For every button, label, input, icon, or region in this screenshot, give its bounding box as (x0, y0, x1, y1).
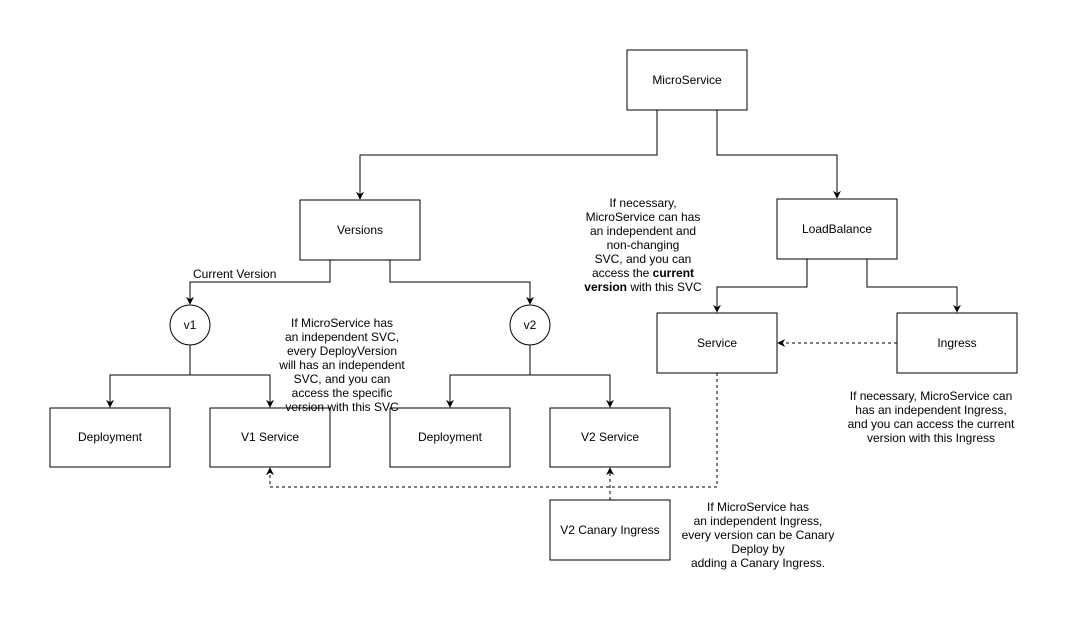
node-deployment-v2[interactable]: Deployment (389, 407, 511, 468)
note-line: an independent SVC, (285, 330, 399, 344)
note-ingress: If necessary, MicroService can has an in… (848, 389, 1015, 445)
node-label: MicroService (652, 73, 722, 87)
note-line: SVC, and you can (595, 252, 692, 266)
edge-loadbalance-ingress (866, 259, 961, 313)
node-label: Deployment (418, 430, 483, 444)
note-line: and you can access the current (848, 417, 1015, 431)
node-v2-canary-ingress[interactable]: V2 Canary Ingress (549, 499, 671, 561)
architecture-diagram: Current Version MicroService Versions Lo… (49, 49, 1018, 570)
note-line: every version can be Canary (682, 528, 835, 542)
note-line: an independent Ingress, (694, 514, 823, 528)
note-line: If MicroService has (291, 316, 393, 330)
edge-v1-service (190, 374, 274, 408)
node-v2-service[interactable]: V2 Service (549, 407, 671, 468)
node-label: v2 (524, 318, 537, 332)
note-line: SVC, and you can (294, 372, 391, 386)
node-label: LoadBalance (802, 222, 872, 236)
note-line: MicroService can has (586, 210, 701, 224)
note-loadbalance-svc: If necessary, MicroService can has an in… (584, 196, 702, 294)
note-line: will has an independent (278, 358, 405, 372)
node-ingress[interactable]: Ingress (896, 312, 1018, 374)
node-v1-service[interactable]: V1 Service (209, 407, 331, 468)
note-bold-text: version (584, 280, 627, 294)
note-line: version with this Ingress (867, 431, 995, 445)
note-line: access the current (592, 266, 694, 280)
node-v2[interactable]: v2 (509, 304, 551, 346)
note-line: every DeployVersion (287, 344, 397, 358)
node-deployment-v1[interactable]: Deployment (49, 407, 171, 468)
node-label: V2 Canary Ingress (560, 523, 659, 537)
note-line: If MicroService has (707, 500, 809, 514)
edge-loadbalance-service (713, 259, 808, 313)
note-text: with this SVC (627, 280, 702, 294)
current-version-label: Current Version (193, 267, 276, 281)
node-label: v1 (184, 318, 197, 332)
node-label: Service (697, 336, 737, 350)
note-line: access the specific (292, 386, 393, 400)
edge-v2-service (530, 374, 614, 408)
node-microservice[interactable]: MicroService (626, 49, 748, 111)
note-line: an independent and (590, 224, 696, 238)
node-v1[interactable]: v1 (169, 304, 211, 346)
note-line: adding a Canary Ingress. (691, 556, 825, 570)
note-bold-text: current (653, 266, 694, 280)
note-line: version with this SVC (584, 280, 702, 294)
note-canary: If MicroService has an independent Ingre… (682, 500, 835, 570)
edge-v1-deployment (106, 345, 191, 408)
node-label: Versions (337, 223, 383, 237)
note-line: If necessary, (609, 196, 676, 210)
note-version-svc: If MicroService has an independent SVC, … (278, 316, 405, 414)
node-versions[interactable]: Versions (299, 199, 421, 261)
node-label: V2 Service (581, 430, 639, 444)
node-loadbalance[interactable]: LoadBalance (776, 198, 898, 260)
note-line: If necessary, MicroService can (850, 389, 1013, 403)
edge-microservice-versions (356, 110, 658, 200)
edge-v2-deployment (446, 345, 531, 408)
node-service[interactable]: Service (656, 312, 778, 374)
note-line: version with this SVC (285, 400, 399, 414)
node-label: V1 Service (241, 430, 299, 444)
node-label: Ingress (937, 336, 976, 350)
edge-microservice-loadbalance (716, 110, 841, 199)
node-label: Deployment (78, 430, 143, 444)
note-line: Deploy by (731, 542, 784, 556)
note-line: non-changing (607, 238, 680, 252)
note-line: has an independent Ingress, (855, 403, 1006, 417)
note-text: access the (592, 266, 653, 280)
edge-versions-v2 (389, 260, 534, 305)
